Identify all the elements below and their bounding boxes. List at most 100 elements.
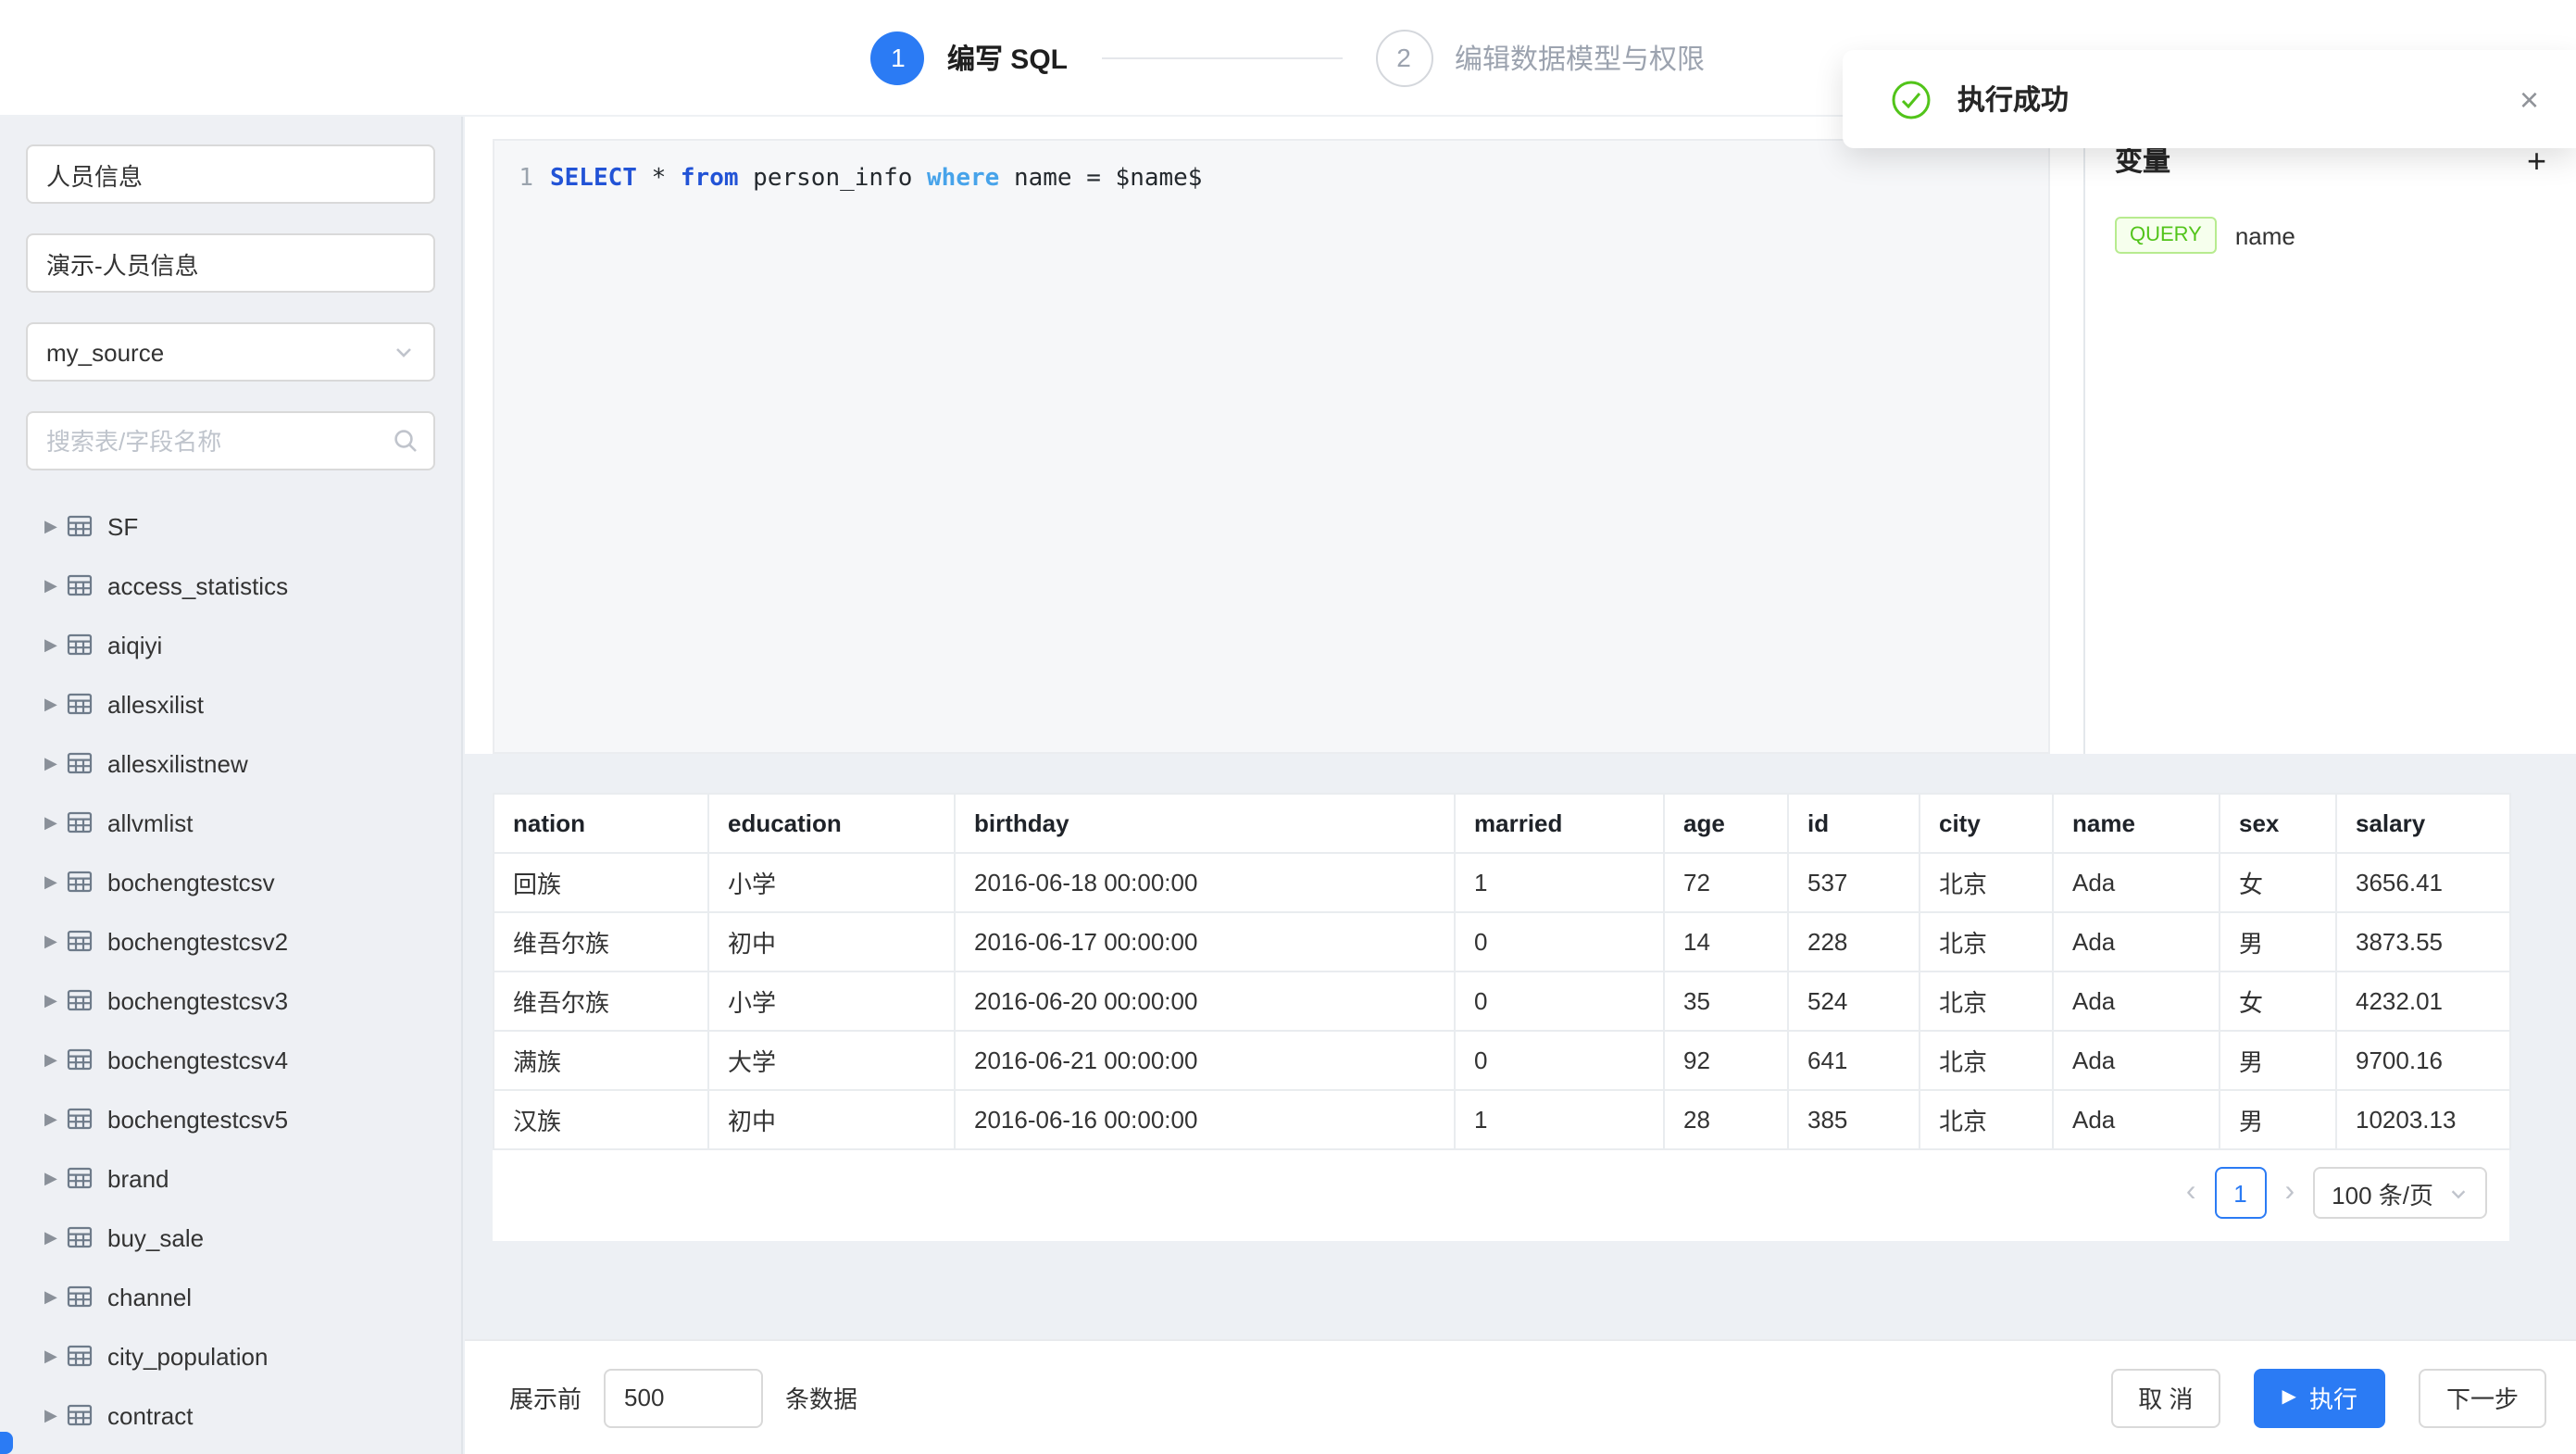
table-name: allvmlist [107,808,193,836]
datasource-select[interactable]: my_source [26,322,435,382]
caret-right-icon[interactable]: ▶ [44,931,67,951]
caret-right-icon[interactable]: ▶ [44,990,67,1010]
caret-right-icon[interactable]: ▶ [44,1227,67,1247]
tree-item-bochengtestcsv4[interactable]: ▶ bochengtestcsv4 [26,1030,435,1089]
main-content: 1 SELECT * from person_info where name =… [465,115,2576,1339]
table-cell: 2016-06-18 00:00:00 [955,853,1455,912]
table-name: contract [107,1401,194,1429]
results-header-row: nationeducationbirthdaymarriedageidcityn… [494,794,2510,853]
caret-right-icon[interactable]: ▶ [44,1405,67,1425]
results-section: nationeducationbirthdaymarriedageidcityn… [465,793,2576,1241]
tree-item-channel[interactable]: ▶ channel [26,1267,435,1326]
next-step-button[interactable]: 下一步 [2419,1368,2546,1427]
caret-right-icon[interactable]: ▶ [44,1346,67,1366]
table-cell: 汉族 [494,1090,708,1149]
table-cell: 男 [2220,1031,2336,1090]
tree-item-contract[interactable]: ▶ contract [26,1385,435,1445]
tree-item-allesxilistnew[interactable]: ▶allesxilistnew [26,733,435,793]
table-cell: 524 [1788,971,1919,1031]
table-grid-icon [67,691,93,717]
execute-button[interactable]: ▶ 执行 [2255,1368,2385,1427]
caret-right-icon[interactable]: ▶ [44,634,67,655]
limit-suffix-label: 条数据 [785,1380,857,1415]
column-header: sex [2220,794,2336,853]
tree-item-bochengtestcsv3[interactable]: ▶ bochengtestcsv3 [26,971,435,1030]
tree-item-access_statistics[interactable]: ▶ access_statistics [26,556,435,615]
table-grid-icon [67,1224,93,1250]
table-row: 维吾尔族初中2016-06-17 00:00:00014228北京Ada男387… [494,912,2510,971]
toast-close-button[interactable]: × [2520,82,2539,116]
tree-item-allvmlist[interactable]: ▶ allvmlist [26,793,435,852]
table-cell: 初中 [708,912,955,971]
table-cell: 1 [1455,1090,1664,1149]
add-variable-button[interactable]: + [2527,145,2546,175]
step-1[interactable]: 1 编写 SQL [871,31,1068,84]
upper-panel: 1 SELECT * from person_info where name =… [465,115,2576,754]
tree-item-bochengtestcsv[interactable]: ▶ bochengtestcsv [26,852,435,911]
caret-right-icon[interactable]: ▶ [44,753,67,773]
step-2[interactable]: 2 编辑数据模型与权限 [1375,29,1705,86]
tree-item-bochengtestcsv5[interactable]: ▶ bochengtestcsv5 [26,1089,435,1148]
tree-item-bochengtestcsv2[interactable]: ▶bochengtestcsv2 [26,911,435,971]
step-2-label: 编辑数据模型与权限 [1455,38,1705,77]
dataset-display-name-input[interactable] [26,233,435,293]
chevron-down-icon [2448,1183,2469,1203]
table-name: access_statistics [107,571,288,599]
sql-editor-surface[interactable]: 1 SELECT * from person_info where name =… [493,139,2050,754]
caret-right-icon[interactable]: ▶ [44,575,67,595]
table-tree: ▶SF▶access_statistics▶aiqiyi▶allesxilist… [26,496,435,1445]
caret-right-icon[interactable]: ▶ [44,1109,67,1129]
table-grid-icon [67,1165,93,1191]
cancel-button[interactable]: 取 消 [2110,1368,2220,1427]
search-input[interactable] [26,411,435,470]
variable-item[interactable]: QUERYname [2115,217,2546,254]
table-cell: Ada [2053,1031,2220,1090]
sidebar-scroll-indicator[interactable] [0,1432,13,1454]
play-icon: ▶ [2282,1388,2296,1407]
step-divider-line [1101,56,1342,58]
sql-token: * [637,165,681,193]
table-name: bochengtestcsv5 [107,1105,288,1133]
caret-right-icon[interactable]: ▶ [44,694,67,714]
table-cell: Ada [2053,971,2220,1031]
table-cell: 2016-06-20 00:00:00 [955,971,1455,1031]
tree-item-city_population[interactable]: ▶city_population [26,1326,435,1385]
tree-item-buy_sale[interactable]: ▶ buy_sale [26,1208,435,1267]
limit-input[interactable] [604,1368,763,1427]
next-page-button[interactable]: › [2285,1178,2295,1208]
current-page-button[interactable]: 1 [2215,1167,2267,1219]
table-name: SF [107,512,138,540]
success-toast: 执行成功 × [1843,50,2576,148]
table-row: 满族大学2016-06-21 00:00:00092641北京Ada男9700.… [494,1031,2510,1090]
caret-right-icon[interactable]: ▶ [44,516,67,536]
table-name: bochengtestcsv3 [107,986,288,1014]
table-cell: 北京 [1919,912,2053,971]
caret-right-icon[interactable]: ▶ [44,1168,67,1188]
step-1-number: 1 [871,31,925,84]
sql-tokens[interactable]: SELECT * from person_info where name = $… [550,163,1202,196]
table-name: bochengtestcsv4 [107,1046,288,1073]
table-name: bochengtestcsv [107,868,275,896]
tree-item-aiqiyi[interactable]: ▶aiqiyi [26,615,435,674]
caret-right-icon[interactable]: ▶ [44,1286,67,1307]
step-1-label: 编写 SQL [947,38,1068,77]
table-cell: 72 [1664,853,1788,912]
caret-right-icon[interactable]: ▶ [44,812,67,833]
dataset-name-input[interactable] [26,144,435,204]
table-name: buy_sale [107,1223,204,1251]
sql-token: SELECT [550,165,637,193]
sql-token: from [681,165,739,193]
tree-item-allesxilist[interactable]: ▶allesxilist [26,674,435,733]
prev-page-button[interactable]: ‹ [2186,1178,2196,1208]
tree-item-SF[interactable]: ▶ SF [26,496,435,556]
caret-right-icon[interactable]: ▶ [44,1049,67,1070]
page-size-select[interactable]: 100 条/页 [2313,1167,2487,1219]
table-cell: 1 [1455,853,1664,912]
step-2-number: 2 [1375,29,1432,86]
sql-editor[interactable]: 1 SELECT * from person_info where name =… [465,115,2083,754]
table-name: channel [107,1283,192,1310]
tree-item-brand[interactable]: ▶brand [26,1148,435,1208]
table-cell: 回族 [494,853,708,912]
results-card: nationeducationbirthdaymarriedageidcityn… [493,793,2509,1241]
caret-right-icon[interactable]: ▶ [44,871,67,892]
